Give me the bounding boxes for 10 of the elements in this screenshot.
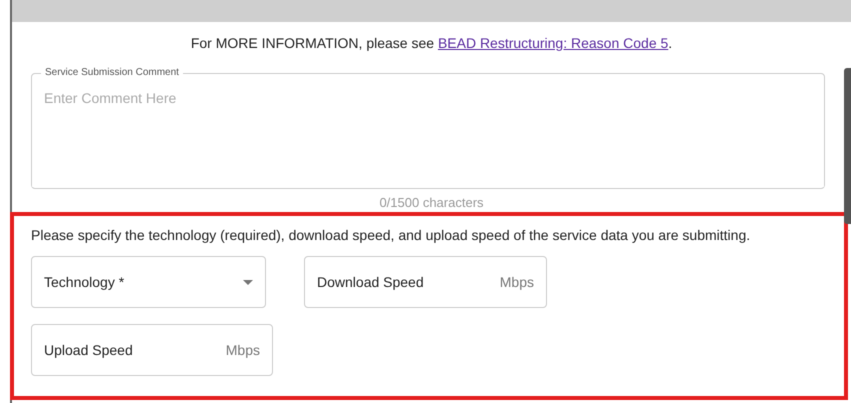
speed-field[interactable]: Upload Speed Mbps xyxy=(31,324,273,376)
speed-field[interactable]: Download Speed Mbps xyxy=(304,256,547,308)
technology-select[interactable]: Technology * xyxy=(31,256,266,308)
instructions-text: Please specify the technology (required), download speed, and upload speed of the service data you are submitting. xyxy=(31,226,752,244)
info-notice: For MORE INFORMATION, please see BEAD Restructuring: Reason Code 5. xyxy=(190,34,674,53)
character-counter: 0/1500 characters xyxy=(378,195,485,210)
scrollbar[interactable] xyxy=(844,68,851,224)
reason-code-link[interactable]: BEAD Restructuring: Reason Code 5 xyxy=(438,35,668,51)
caret-icon xyxy=(243,280,253,284)
comment-field[interactable]: Service Submission Comment Enter Comment Here xyxy=(31,67,825,189)
